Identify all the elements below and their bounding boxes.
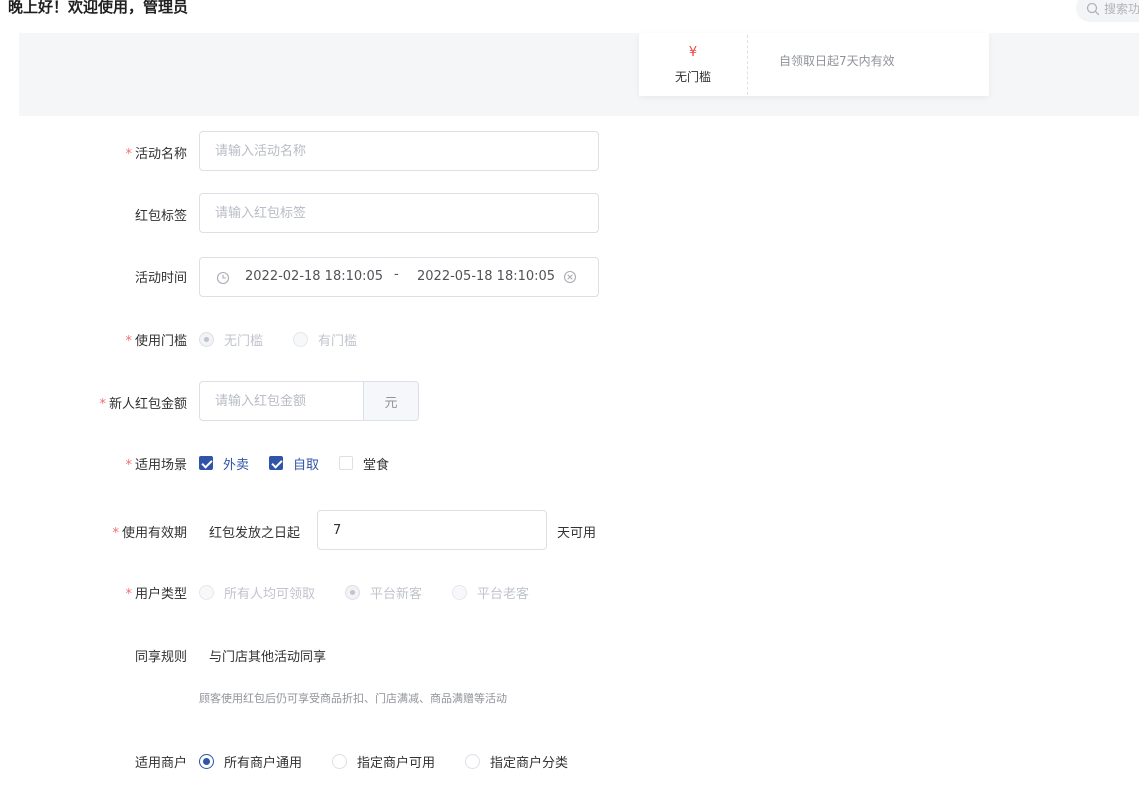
start-datetime[interactable]: 2022-02-18 18:10:05 xyxy=(245,269,383,284)
radio-label: 指定商户分类 xyxy=(490,755,569,771)
threshold-label-text: 使用门槛 xyxy=(134,334,187,349)
radio-label: 有门槛 xyxy=(318,333,358,349)
validity-label-text: 使用有效期 xyxy=(121,526,187,541)
coupon-divider xyxy=(747,35,748,95)
share-rule-value: 与门店其他活动同享 xyxy=(209,650,327,665)
radio-label: 指定商户可用 xyxy=(357,755,436,771)
radio-button[interactable] xyxy=(199,753,214,769)
checkbox-label: 外卖 xyxy=(223,457,250,473)
validity-label: * 使用有效期 xyxy=(112,522,187,541)
coupon-validity-text: 自领取日起7天内有效 xyxy=(779,54,895,68)
validity-prefix-text: 红包发放之日起 xyxy=(209,526,301,541)
user-type-option-new[interactable]: 平台新客 xyxy=(345,583,422,602)
radio-label: 所有商户通用 xyxy=(224,755,303,771)
radio-label: 平台新客 xyxy=(370,586,423,602)
circle-close-icon[interactable] xyxy=(563,269,577,284)
radio-label: 无门槛 xyxy=(224,333,264,349)
merchant-radio-group: 所有商户通用 指定商户可用 指定商户分类 xyxy=(199,751,598,771)
global-search[interactable]: 搜索功 xyxy=(1076,0,1139,22)
coupon-currency-symbol: ¥ xyxy=(688,45,698,60)
required-mark: * xyxy=(125,334,132,349)
radio-button[interactable] xyxy=(199,584,214,600)
radio-button[interactable] xyxy=(465,753,481,769)
radio-button[interactable] xyxy=(332,753,348,769)
amount-input[interactable] xyxy=(199,381,364,421)
new-user-amount-label-text: 新人红包金额 xyxy=(108,397,187,412)
validity-suffix-text: 天可用 xyxy=(557,526,597,541)
threshold-radio-group: 无门槛 有门槛 xyxy=(199,329,387,349)
checkbox[interactable] xyxy=(269,456,284,470)
threshold-label: * 使用门槛 xyxy=(125,330,187,349)
amount-unit-suffix: 元 xyxy=(363,381,419,421)
radio-label: 所有人均可领取 xyxy=(224,586,316,602)
user-type-option-all[interactable]: 所有人均可领取 xyxy=(199,583,315,602)
merchant-option-all[interactable]: 所有商户通用 xyxy=(199,752,302,771)
end-datetime[interactable]: 2022-05-18 18:10:05 xyxy=(417,269,555,284)
threshold-option-none[interactable]: 无门槛 xyxy=(199,330,263,349)
checkbox-label: 堂食 xyxy=(363,457,390,473)
user-type-label: * 用户类型 xyxy=(125,583,187,602)
activity-name-label: * 活动名称 xyxy=(125,143,187,162)
share-rule-label: 同享规则 xyxy=(134,650,187,665)
scene-option-pickup[interactable]: 自取 xyxy=(269,454,319,473)
amount-input-group: 元 xyxy=(199,381,419,421)
activity-name-label-text: 活动名称 xyxy=(134,147,187,162)
radio-label: 平台老客 xyxy=(477,586,530,602)
scenes-checkbox-group: 外卖 自取 堂食 xyxy=(199,453,409,473)
required-mark: * xyxy=(125,587,132,602)
validity-days-input[interactable] xyxy=(317,510,547,550)
share-rule-hint: 顾客使用红包后仍可享受商品折扣、门店满减、商品满赠等活动 xyxy=(199,692,507,705)
required-mark: * xyxy=(125,147,132,162)
user-type-label-text: 用户类型 xyxy=(134,587,187,602)
range-separator: - xyxy=(394,267,399,282)
packet-tag-input[interactable] xyxy=(199,193,599,233)
scene-option-delivery[interactable]: 外卖 xyxy=(199,454,249,473)
coupon-preview-card: ¥ 无门槛 自领取日起7天内有效 xyxy=(639,33,989,96)
radio-button[interactable] xyxy=(452,584,468,600)
checkbox[interactable] xyxy=(339,456,354,470)
radio-button[interactable] xyxy=(293,331,309,347)
threshold-option-has[interactable]: 有门槛 xyxy=(293,330,357,349)
page-greeting: 晚上好！欢迎使用，管理员 xyxy=(8,0,189,16)
activity-time-range-picker[interactable]: 2022-02-18 18:10:05 - 2022-05-18 18:10:0… xyxy=(199,257,599,297)
new-user-amount-label: * 新人红包金额 xyxy=(99,393,187,412)
user-type-option-old[interactable]: 平台老客 xyxy=(452,583,529,602)
required-mark: * xyxy=(99,397,106,412)
user-type-radio-group: 所有人均可领取 平台新客 平台老客 xyxy=(199,582,559,602)
merchant-option-specific[interactable]: 指定商户可用 xyxy=(332,752,435,771)
coupon-amount-section: ¥ 无门槛 xyxy=(639,33,747,96)
radio-button[interactable] xyxy=(345,584,361,600)
radio-button[interactable] xyxy=(199,331,214,347)
clock-icon xyxy=(216,270,230,285)
merchant-option-category[interactable]: 指定商户分类 xyxy=(465,752,568,771)
search-placeholder: 搜索功 xyxy=(1104,1,1139,16)
scenes-label-text: 适用场景 xyxy=(134,458,187,473)
required-mark: * xyxy=(125,458,132,473)
scene-option-dine-in[interactable]: 堂食 xyxy=(339,454,389,473)
activity-time-label: 活动时间 xyxy=(134,271,187,286)
checkbox-label: 自取 xyxy=(293,457,320,473)
checkbox[interactable] xyxy=(199,456,213,470)
scenes-label: * 适用场景 xyxy=(125,454,187,473)
activity-name-input[interactable] xyxy=(199,131,599,171)
search-icon xyxy=(1086,1,1100,16)
required-mark: * xyxy=(112,526,119,541)
coupon-threshold-text: 无门槛 xyxy=(674,70,711,84)
merchant-label: 适用商户 xyxy=(134,756,187,771)
packet-tag-label: 红包标签 xyxy=(134,209,187,224)
